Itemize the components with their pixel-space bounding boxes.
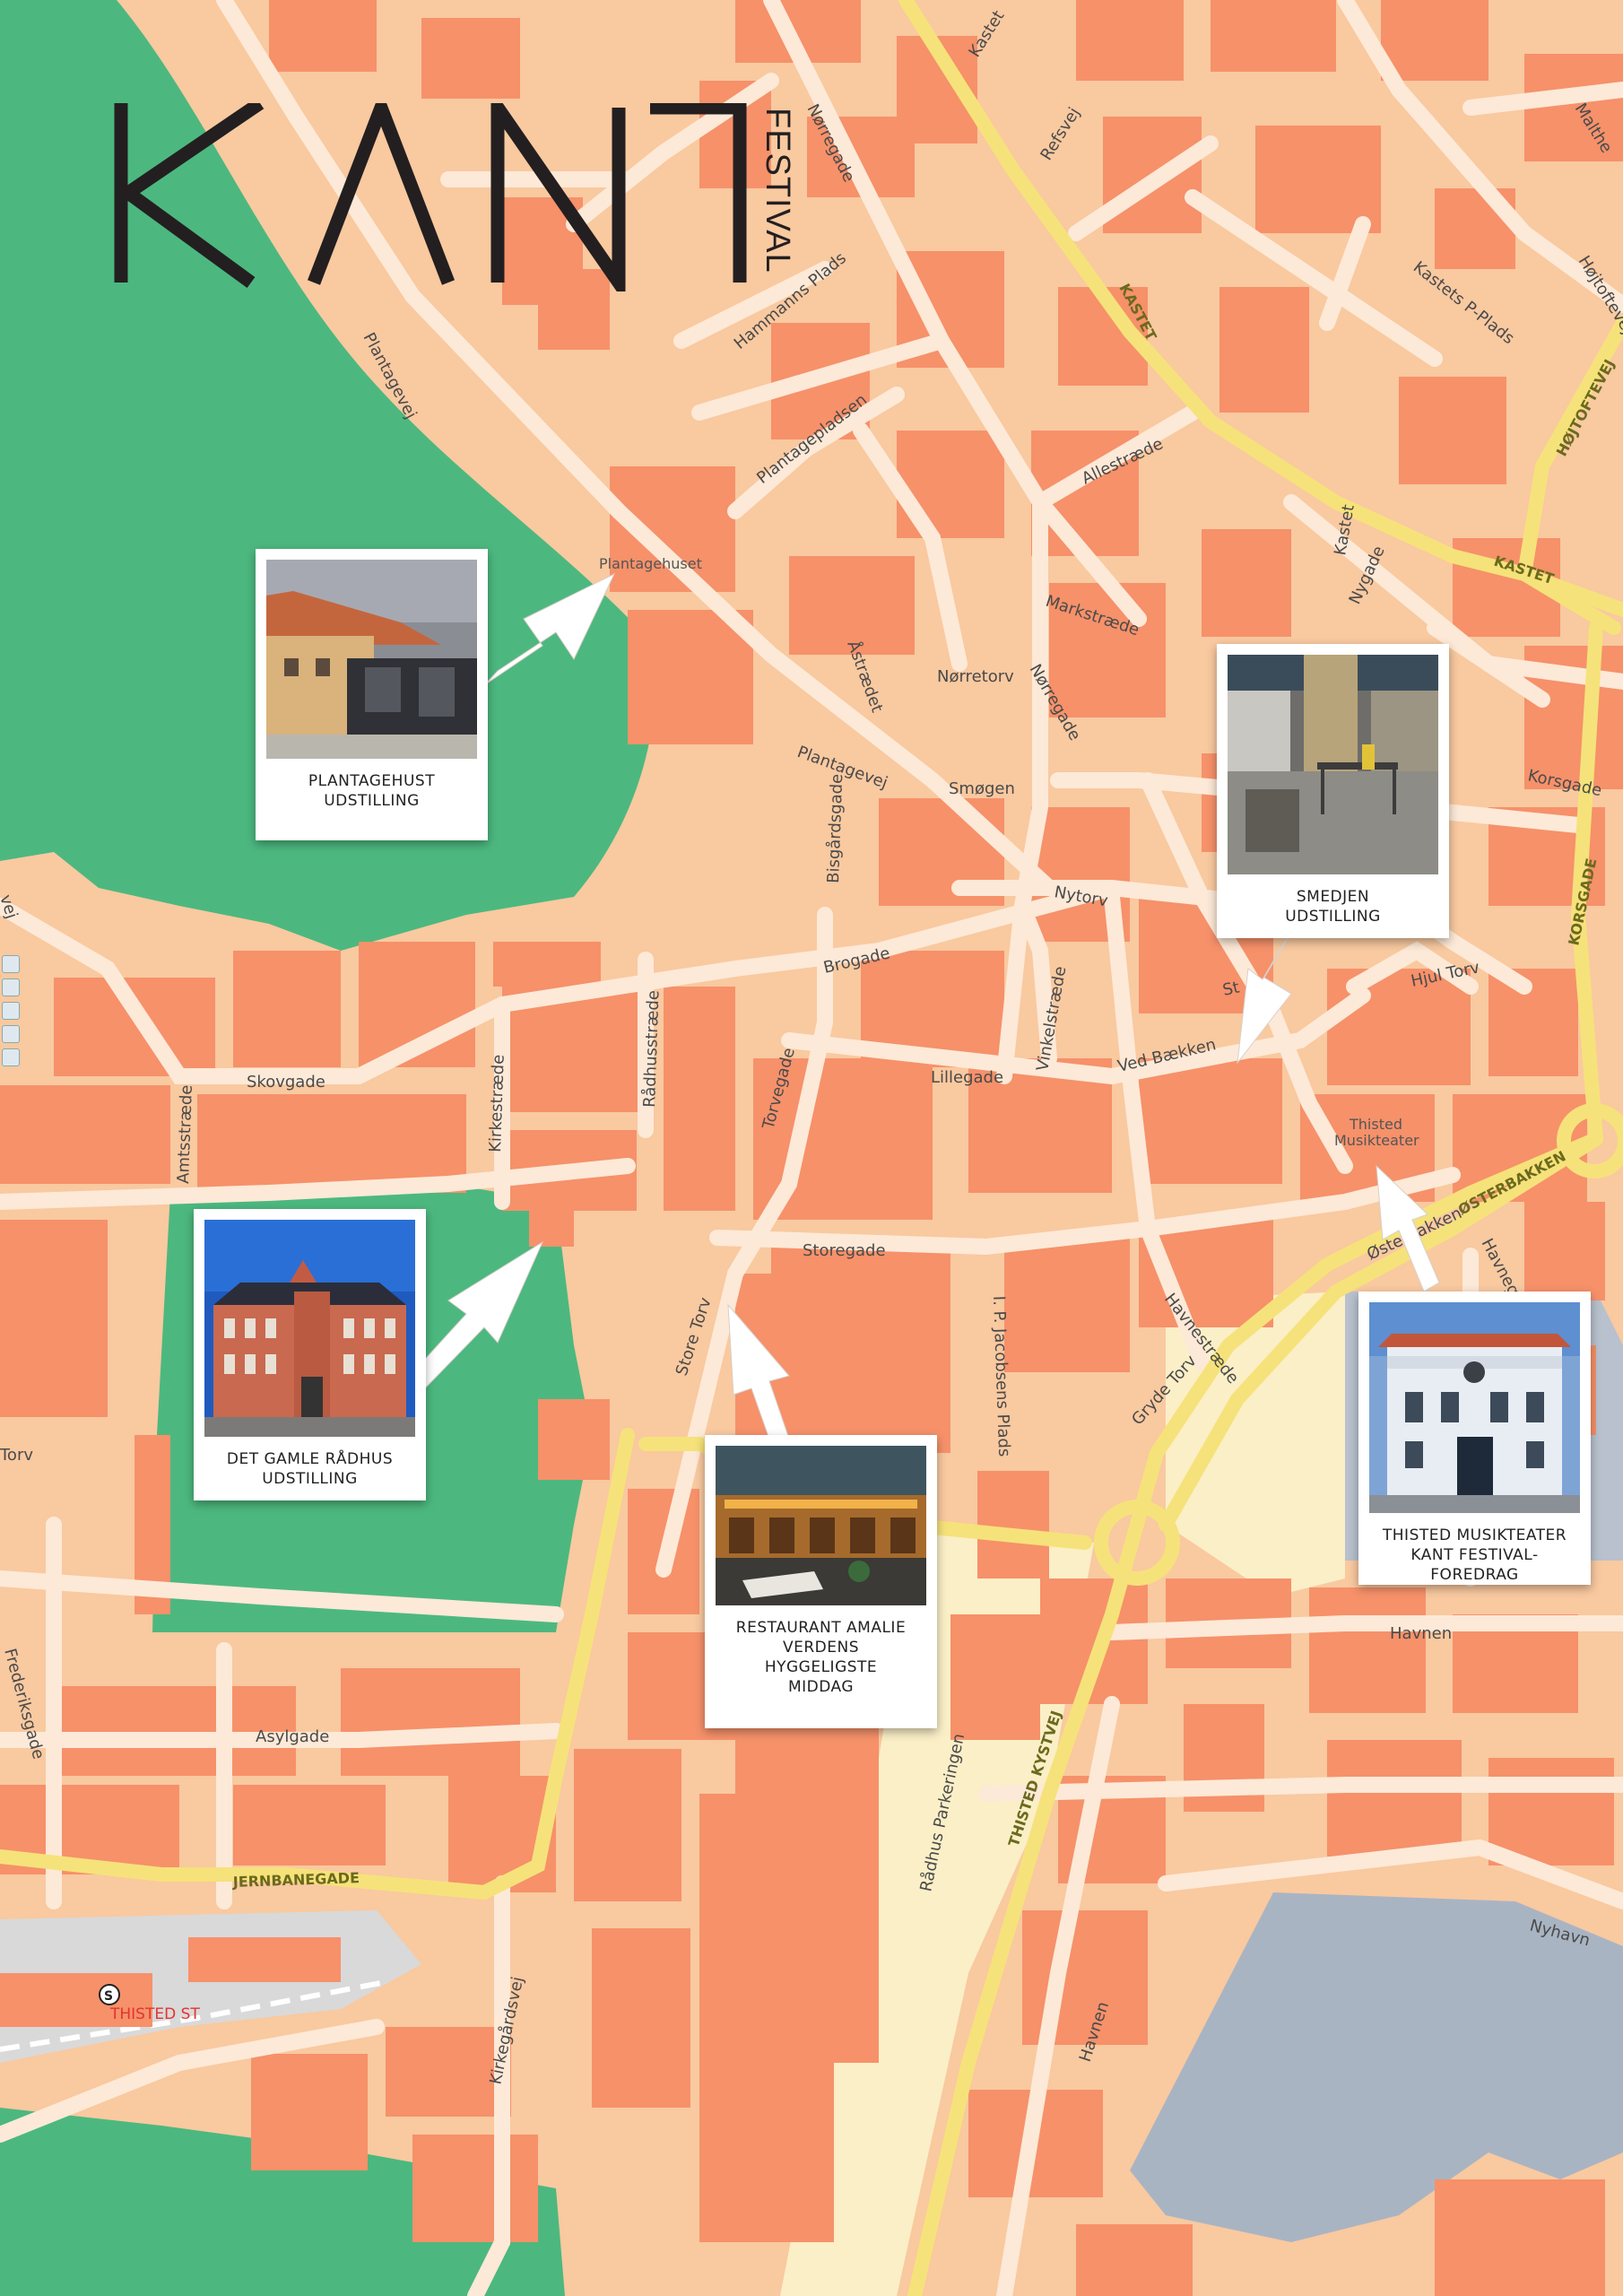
photo-musikteater [1369,1302,1580,1513]
photo-raadhus [204,1220,415,1437]
raadhus-photo-image [204,1220,415,1437]
caption-line: THISTED MUSIKTEATER [1382,1526,1567,1544]
layers-tool[interactable] [2,1002,20,1020]
poi-musikteater-2: Musikteater [1334,1132,1419,1149]
logo-letter-t [650,103,747,283]
logo-letter-k [114,103,265,289]
zoom-tool[interactable] [2,955,20,973]
caption-line: MIDDAG [787,1678,855,1696]
plantagehust-photo-image [266,560,477,759]
street-label: Skovgade [247,1073,325,1091]
poi-musikteater-1: Thisted [1349,1116,1402,1133]
caption-musikteater: THISTED MUSIKTEATER KANT FESTIVAL- FORED… [1369,1513,1580,1594]
street-label: Smøgen [949,779,1015,798]
card-musikteater[interactable]: THISTED MUSIKTEATER KANT FESTIVAL- FORED… [1358,1292,1591,1585]
caption-plantagehust: PLANTAGEHUST UDSTILLING [266,759,477,820]
musikteater-photo-image [1369,1302,1580,1513]
poi-plantagehuset: Plantagehuset [599,555,702,572]
zoom-in-tool[interactable] [2,1025,20,1043]
caption-smedjen: SMEDJEN UDSTILLING [1228,874,1438,935]
station-symbol: S [104,1989,113,2004]
caption-line: UDSTILLING [262,1470,358,1488]
street-label: Bisgårdsgade [824,773,846,883]
home-tool[interactable] [2,978,20,996]
kant-festival-logo: FESTIVAL [114,103,796,291]
caption-line: HYGGELIGSTE [764,1658,878,1676]
street-label: Nørretorv [937,667,1014,686]
caption-raadhus: DET GAMLE RÅDHUS UDSTILLING [204,1437,415,1498]
card-raadhus[interactable]: DET GAMLE RÅDHUS UDSTILLING [194,1209,426,1500]
caption-line: DET GAMLE RÅDHUS [226,1450,394,1468]
photo-amalie [716,1446,926,1605]
street-label: Asylgade [256,1727,329,1746]
street-label: Amtsstræde [174,1084,196,1184]
caption-line: UDSTILLING [1285,908,1381,926]
photo-plantagehust [266,560,477,759]
caption-line: PLANTAGEHUST [308,772,436,790]
logo-letter-a [307,103,456,285]
caption-line: SMEDJEN [1296,888,1370,906]
zoom-out-tool[interactable] [2,1048,20,1066]
map-tools[interactable] [2,955,22,1072]
caption-line: RESTAURANT AMALIE [735,1619,907,1637]
logo-festival: FESTIVAL [759,108,796,274]
card-smedjen[interactable]: SMEDJEN UDSTILLING [1217,644,1449,938]
map[interactable]: Kastet Refsvej Nørregade Malthe Højtofte… [0,0,1623,2296]
caption-line: KANT FESTIVAL- FOREDRAG [1410,1546,1539,1584]
street-label: Torv [0,1446,33,1465]
street-label: Kirkestræde [486,1054,508,1152]
smedjen-photo-image [1228,655,1438,874]
caption-line: UDSTILLING [324,792,420,810]
logo-letter-n [490,103,626,291]
amalie-photo-image [716,1446,926,1605]
card-plantagehust[interactable]: PLANTAGEHUST UDSTILLING [256,549,488,840]
street-label: Storegade [803,1241,886,1260]
street-label: Havnen [1390,1624,1452,1643]
card-amalie[interactable]: RESTAURANT AMALIE VERDENS HYGGELIGSTE MI… [705,1435,937,1728]
caption-line: VERDENS [782,1639,860,1657]
station-label: THISTED ST [109,2005,200,2023]
caption-amalie: RESTAURANT AMALIE VERDENS HYGGELIGSTE MI… [716,1605,926,1706]
photo-smedjen [1228,655,1438,874]
street-label: Lillegade [931,1068,1003,1087]
